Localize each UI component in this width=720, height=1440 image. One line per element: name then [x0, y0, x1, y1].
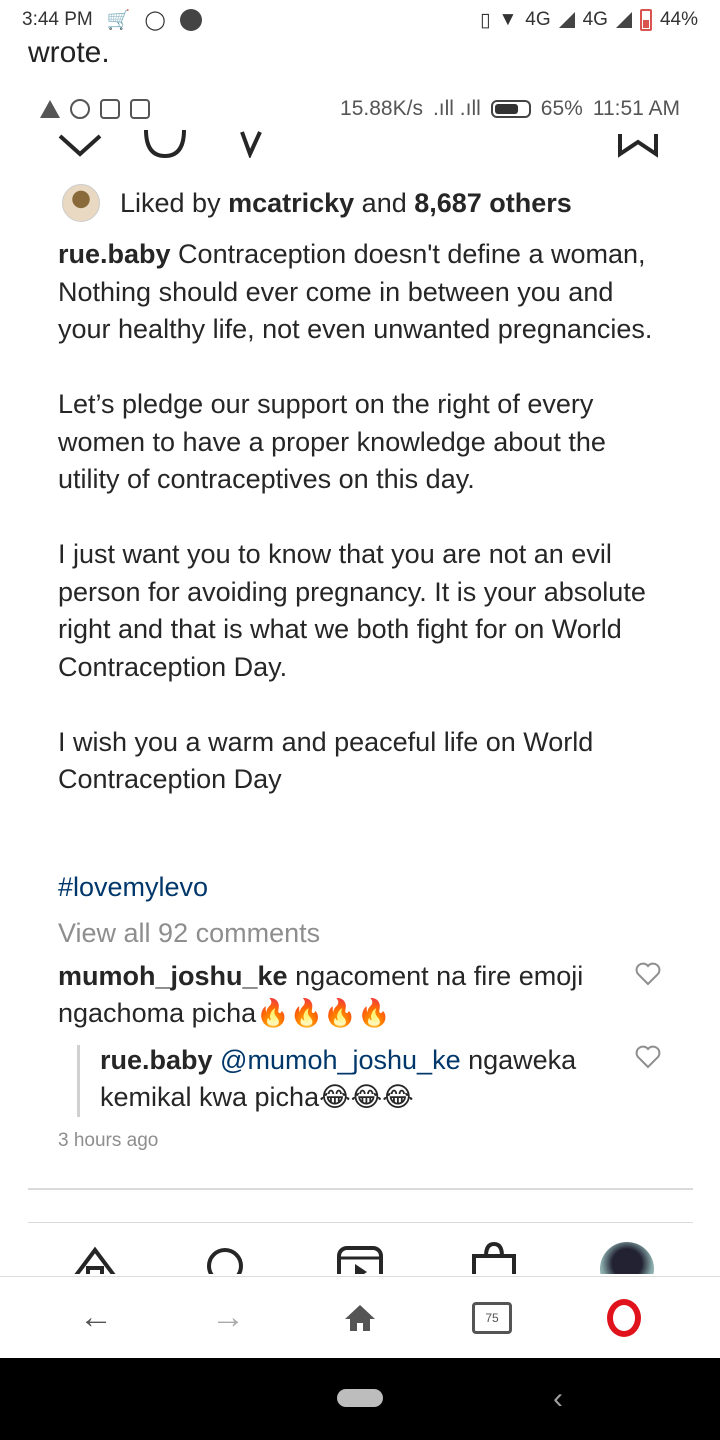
- caption-paragraph: rue.baby Contraception doesn't define a …: [58, 239, 653, 344]
- comment-user[interactable]: mumoh_joshu_ke: [58, 961, 288, 991]
- inner-time: 11:51 AM: [592, 97, 680, 120]
- browser-toolbar: ← → 75: [0, 1276, 720, 1358]
- home-icon[interactable]: [70, 1242, 120, 1274]
- caption-paragraph: I just want you to know that you are not…: [58, 539, 646, 682]
- net-speed: 15.88K/s: [340, 97, 423, 120]
- status-time: 3:44 PM: [22, 9, 93, 30]
- view-all-comments[interactable]: View all 92 comments: [58, 918, 320, 949]
- signal-icon: [558, 12, 575, 28]
- reply-mention[interactable]: @mumoh_joshu_ke: [213, 1045, 461, 1075]
- profile-avatar[interactable]: [600, 1242, 654, 1274]
- system-nav-bar: ‹: [0, 1358, 720, 1440]
- avatar: [62, 184, 100, 222]
- reply-user[interactable]: rue.baby: [100, 1045, 213, 1075]
- tabs-icon[interactable]: 75: [462, 1288, 522, 1348]
- heart-icon[interactable]: [635, 962, 661, 986]
- battery-icon: [639, 9, 652, 31]
- chevron-icon[interactable]: [56, 130, 104, 158]
- facebook-icon: [70, 99, 90, 119]
- likes-middle: and: [354, 187, 415, 218]
- bookmark-icon[interactable]: [616, 130, 660, 158]
- heart-icon[interactable]: [635, 1045, 661, 1069]
- likes-user[interactable]: mcatricky: [228, 188, 354, 218]
- image-icon: [130, 99, 150, 119]
- vibrate-icon: ▯: [479, 9, 491, 31]
- shop-icon[interactable]: [470, 1242, 518, 1274]
- system-back-icon[interactable]: ‹: [553, 1382, 563, 1416]
- caption-paragraph: Let’s pledge our support on the right of…: [58, 389, 606, 494]
- likes-prefix: Liked by: [120, 187, 229, 218]
- shield-icon: ◯: [144, 9, 166, 31]
- post-actions-row: [56, 130, 666, 158]
- opera-icon[interactable]: [594, 1288, 654, 1348]
- forward-arrow-icon[interactable]: →: [198, 1288, 258, 1348]
- wifi-icon: ▼: [498, 9, 518, 30]
- tab-count: 75: [472, 1301, 512, 1334]
- status-bar: 3:44 PM 🛒 ◯ ▯ ▼ 4G 4G 44%: [0, 0, 720, 40]
- browser-home-icon[interactable]: [330, 1288, 390, 1348]
- inner-signal-icon: .ıll .ıll: [432, 97, 481, 120]
- back-arrow-icon[interactable]: ←: [66, 1288, 126, 1348]
- divider: [28, 1188, 693, 1190]
- warning-icon: [40, 100, 60, 118]
- hashtag-link[interactable]: #lovemylevo: [58, 872, 208, 903]
- basket-icon: 🛒: [106, 10, 131, 31]
- post-caption: rue.baby Contraception doesn't define a …: [58, 236, 668, 836]
- quote-fragment: wrote.: [28, 36, 110, 69]
- comment-reply: rue.baby @mumoh_joshu_ke ngaweka kemikal…: [100, 1042, 620, 1116]
- comment: mumoh_joshu_ke ngacoment na fire emoji n…: [58, 958, 618, 1032]
- battery-level: 44%: [659, 9, 698, 30]
- caption-paragraph: I wish you a warm and peaceful life on W…: [58, 726, 594, 795]
- inner-battery: 65%: [540, 97, 583, 120]
- caption-user[interactable]: rue.baby: [58, 239, 171, 269]
- comment-icon[interactable]: [142, 130, 188, 158]
- reels-icon[interactable]: [335, 1242, 385, 1274]
- reply-thread-line: [77, 1045, 80, 1117]
- network-label: 4G: [525, 9, 551, 30]
- divider: [28, 1222, 693, 1223]
- notification-dot-icon: [179, 9, 202, 31]
- signal-icon-2: [615, 12, 632, 28]
- search-icon[interactable]: [203, 1242, 247, 1274]
- comment-time: 3 hours ago: [58, 1130, 159, 1151]
- inner-battery-icon: [490, 100, 531, 118]
- inner-status-bar: 15.88K/s .ıll .ıll 65% 11:51 AM: [40, 92, 680, 126]
- share-icon[interactable]: [238, 130, 266, 158]
- download-icon: [100, 99, 120, 119]
- network-label-2: 4G: [582, 9, 608, 30]
- home-pill[interactable]: [337, 1389, 383, 1407]
- likes-count[interactable]: 8,687 others: [414, 188, 572, 218]
- instagram-bottom-nav: [0, 1238, 720, 1274]
- likes-summary[interactable]: Liked by mcatricky and 8,687 others: [62, 184, 572, 222]
